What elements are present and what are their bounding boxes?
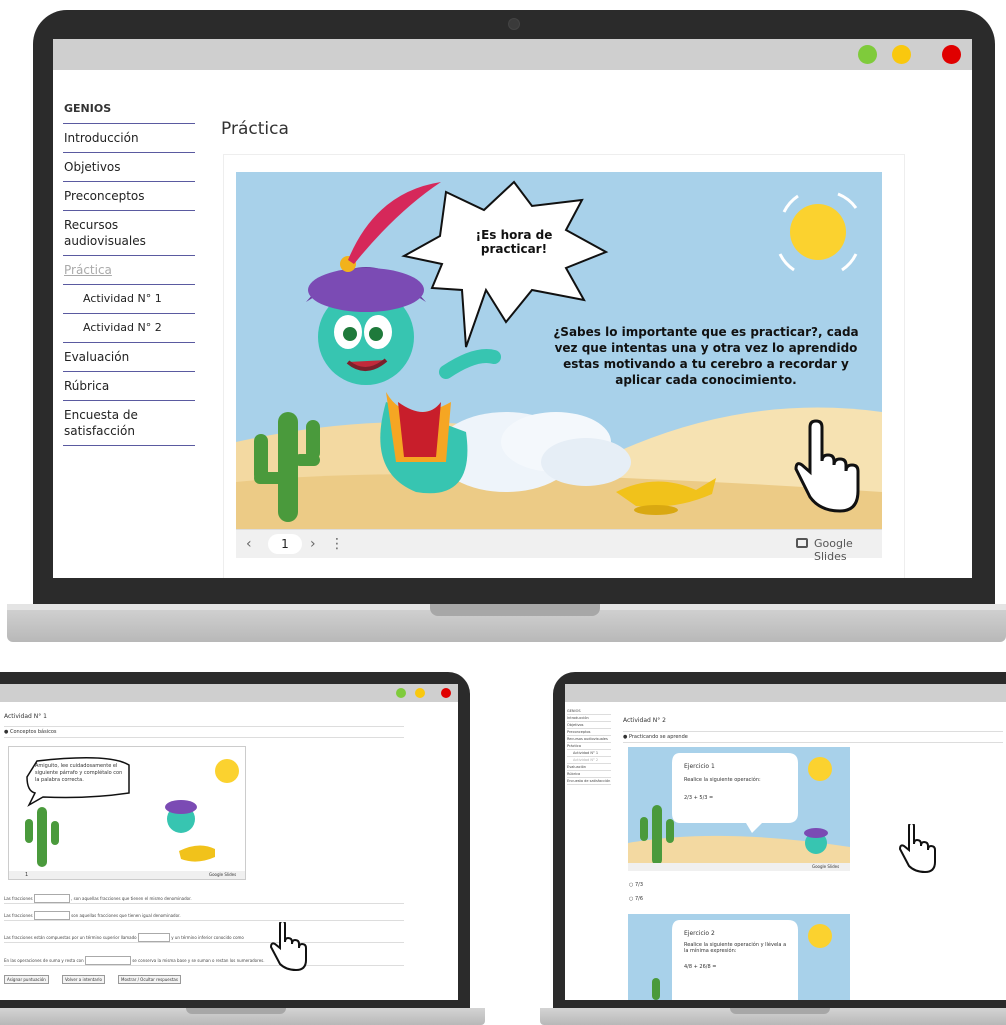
camera	[508, 18, 520, 30]
right-section-label: Practicando se aprende	[628, 734, 688, 740]
option-1[interactable]: ○ 7/3	[629, 882, 643, 888]
left-sentence-2: Las fracciones son aquellas fracciones q…	[4, 911, 404, 921]
next-slide-button[interactable]: ›	[310, 536, 316, 552]
ex2-expression: 4/8 + 26/8 =	[684, 964, 717, 970]
right-sidebar-item[interactable]: Encuesta de satisfacción	[567, 778, 611, 785]
right-slide-1[interactable]: Ejercicio 1 Realice la siguiente operaci…	[628, 747, 850, 871]
left-sentence-3-a: Las fracciones están compuestas por un t…	[4, 935, 137, 940]
main-laptop-notch	[430, 604, 600, 616]
google-slides-link[interactable]: Google Slides	[814, 537, 882, 563]
slide-bubble-text: ¡Es hora de practicar!	[475, 228, 553, 256]
left-section-header: ● Conceptos básicos	[4, 726, 404, 738]
option-1-label: 7/3	[634, 882, 643, 888]
left-close-button[interactable]	[441, 688, 451, 698]
left-sentence-2-b: son aquellas fracciones que tienen igual…	[71, 913, 181, 918]
right-sidebar-item[interactable]: Introducción	[567, 715, 611, 722]
right-sidebar-item[interactable]: Objetivos	[567, 722, 611, 729]
left-sentence-1-b: , son aquellas fracciones que tienen el …	[71, 896, 192, 901]
ex1-prompt: Realice la siguiente operación:	[684, 777, 761, 783]
left-sentence-1: Las fracciones , son aquellas fracciones…	[4, 894, 404, 904]
window-titlebar	[53, 39, 972, 70]
right-titlebar	[565, 684, 1006, 702]
sidebar-item-genios[interactable]: GENIOS	[63, 97, 195, 124]
right-sidebar-item[interactable]: Rúbrica	[567, 771, 611, 778]
left-sentence-4-b: se conserva la misma base y se suman o r…	[132, 958, 265, 963]
slide-body-text: ¿Sabes lo importante que es practicar?, …	[553, 325, 859, 387]
sidebar-item-encuesta[interactable]: Encuesta de satisfacción	[63, 401, 195, 446]
left-blank-2[interactable]	[33, 911, 70, 920]
left-sentence-1-a: Las fracciones	[4, 896, 33, 901]
option-2[interactable]: ○ 7/6	[629, 896, 643, 902]
left-slide-page[interactable]: 1	[25, 872, 28, 878]
right-sidebar-item[interactable]: Práctica	[567, 743, 611, 750]
sidebar: GENIOS Introducción Objetivos Preconcept…	[63, 97, 195, 446]
left-minimize-button[interactable]	[415, 688, 425, 698]
slide-page-number[interactable]: 1	[268, 534, 302, 554]
left-sentence-2-a: Las fracciones	[4, 913, 33, 918]
right-google-slides-link[interactable]: Google Slides	[812, 864, 839, 869]
left-screen: Actividad N° 1 ● Conceptos básicos Amigu…	[0, 684, 458, 1000]
left-page-title: Actividad N° 1	[4, 713, 47, 720]
left-titlebar	[0, 684, 458, 702]
left-sentence-4: En las operaciones de suma y resta con s…	[4, 956, 404, 966]
left-google-slides-link[interactable]: Google Slides	[209, 872, 236, 877]
left-blank-3[interactable]	[137, 933, 170, 942]
google-slides-icon	[796, 538, 808, 548]
sidebar-item-actividad-1[interactable]: Actividad N° 1	[63, 285, 195, 314]
maximize-button[interactable]	[858, 45, 877, 64]
right-laptop-notch	[730, 1008, 830, 1014]
sidebar-item-recursos[interactable]: Recursos audiovisuales	[63, 211, 195, 256]
right-sidebar-item[interactable]: Preconceptos	[567, 729, 611, 736]
ex1-expression: 2/3 + 5/3 =	[684, 795, 714, 801]
right-sidebar-item[interactable]: GENIOS	[567, 708, 611, 715]
right-slide-1-illustration	[628, 747, 850, 871]
right-screen: GENIOS Introducción Objetivos Preconcept…	[565, 684, 1006, 1000]
left-blank-4[interactable]	[84, 956, 131, 965]
left-sentence-3: Las fracciones están compuestas por un t…	[4, 933, 404, 943]
left-slides-controls: 1 Google Slides	[9, 871, 245, 879]
sidebar-item-rubrica[interactable]: Rúbrica	[63, 372, 195, 401]
toggle-answers-button[interactable]: Mostrar / Ocultar respuestas	[118, 975, 181, 984]
right-sidebar-item[interactable]: Actividad N° 1	[567, 750, 611, 757]
right-slide-2-illustration	[628, 914, 850, 1000]
left-sentence-3-b: y un término inferior conocido como	[171, 935, 244, 940]
left-section-label: Conceptos básicos	[9, 729, 57, 735]
page-title: Práctica	[221, 119, 289, 139]
sidebar-item-introduccion[interactable]: Introducción	[63, 124, 195, 153]
left-blank-1[interactable]	[33, 894, 70, 903]
option-2-label: 7/6	[634, 896, 643, 902]
right-page-title: Actividad N° 2	[623, 717, 666, 724]
sidebar-item-evaluacion[interactable]: Evaluación	[63, 343, 195, 372]
sidebar-item-objetivos[interactable]: Objetivos	[63, 153, 195, 182]
left-maximize-button[interactable]	[396, 688, 406, 698]
retry-button[interactable]: Volver a intentarlo	[62, 975, 105, 984]
assign-score-button[interactable]: Asignar puntuación	[4, 975, 49, 984]
ex1-title: Ejercicio 1	[684, 763, 715, 770]
right-sidebar-item[interactable]: Evaluación	[567, 764, 611, 771]
left-slide-bubble-text: Amiguito, lee cuidadosamente el siguient…	[35, 763, 123, 783]
left-sentence-4-a: En las operaciones de suma y resta con	[4, 958, 84, 963]
left-laptop-notch	[186, 1008, 286, 1014]
right-sidebar: GENIOS Introducción Objetivos Preconcept…	[567, 708, 611, 785]
right-section-header: ● Practicando se aprende	[623, 731, 1003, 743]
slide-embed[interactable]: ¡Es hora de practicar! ¿Sabes lo importa…	[236, 172, 882, 529]
sidebar-item-actividad-2[interactable]: Actividad N° 2	[63, 314, 195, 343]
slides-controls: ‹ 1 › ⋮ Google Slides	[236, 529, 882, 563]
left-slide-embed[interactable]: Amiguito, lee cuidadosamente el siguient…	[8, 746, 246, 880]
close-button[interactable]	[942, 45, 961, 64]
right-slide-2[interactable]: Ejercicio 2 Realice la siguiente operaci…	[628, 914, 850, 1000]
more-options-icon[interactable]: ⋮	[330, 536, 344, 552]
left-hand-cursor-icon	[270, 922, 307, 972]
ex2-title: Ejercicio 2	[684, 930, 715, 937]
right-hand-cursor-icon	[899, 824, 936, 874]
sidebar-item-practica[interactable]: Práctica	[63, 256, 195, 285]
prev-slide-button[interactable]: ‹	[246, 536, 252, 552]
ex2-prompt: Realice la siguiente operación y llévela…	[684, 942, 787, 954]
sidebar-item-preconceptos[interactable]: Preconceptos	[63, 182, 195, 211]
main-screen: GENIOS Introducción Objetivos Preconcept…	[53, 39, 972, 578]
right-sidebar-item[interactable]: Actividad N° 2	[567, 757, 611, 764]
right-slide-1-controls: Google Slides	[628, 863, 850, 871]
right-sidebar-item[interactable]: Recursos audiovisuales	[567, 736, 611, 743]
minimize-button[interactable]	[892, 45, 911, 64]
